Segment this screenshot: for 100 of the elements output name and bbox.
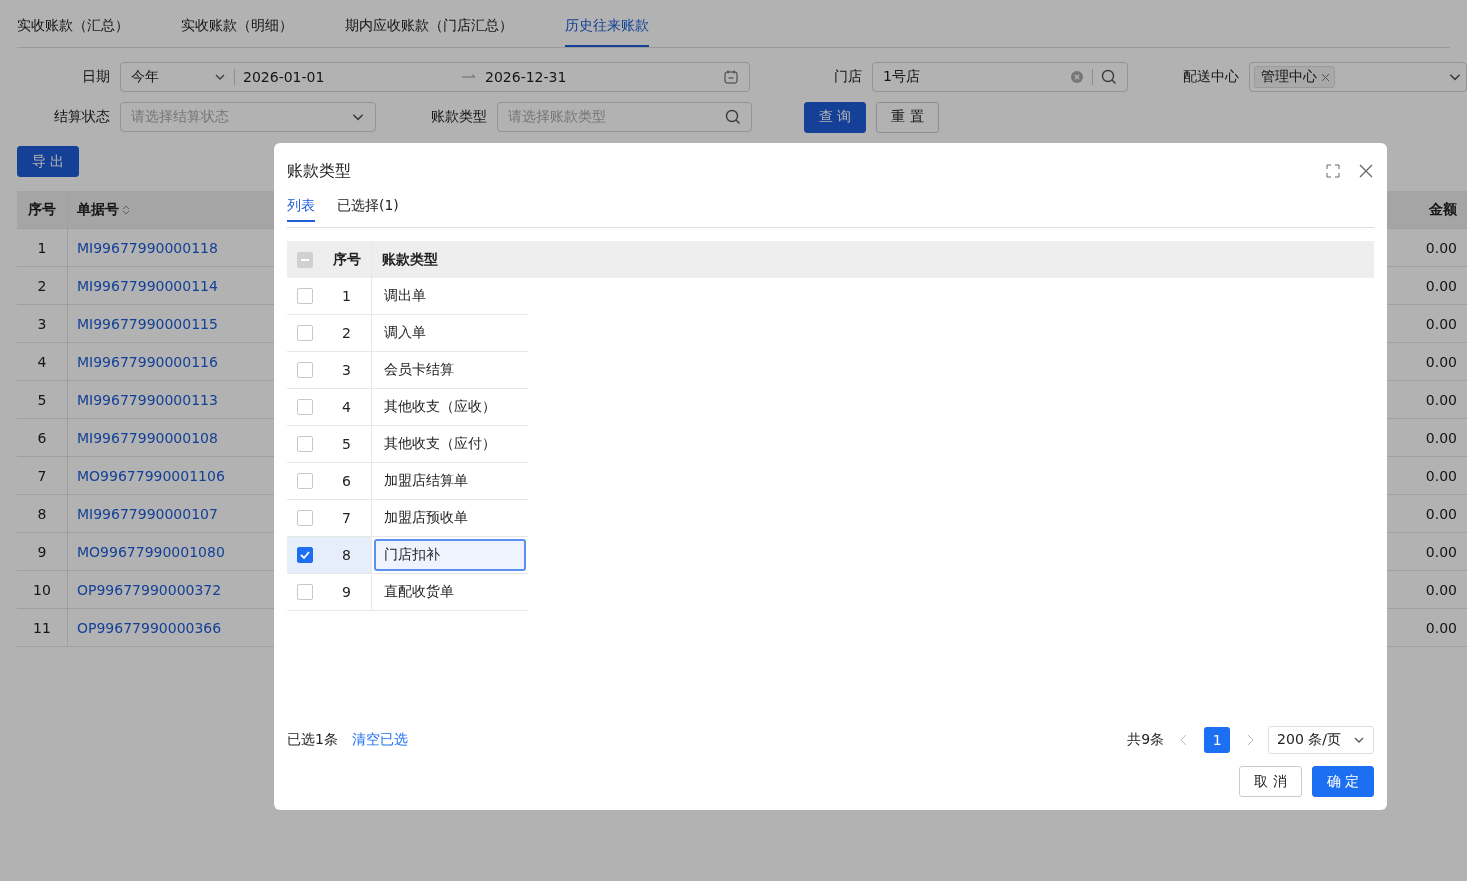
table-cell: 1 — [322, 278, 372, 315]
table-cell[interactable]: 门店扣补 — [374, 539, 526, 571]
row-checkbox[interactable] — [296, 584, 313, 600]
row-checkbox[interactable] — [296, 510, 313, 526]
sort-icon[interactable] — [122, 203, 130, 216]
row-checkbox[interactable] — [296, 436, 313, 452]
row-checkbox[interactable] — [296, 399, 313, 415]
table-cell: 6 — [322, 463, 372, 500]
center-select[interactable]: 管理中心 — [1249, 62, 1467, 92]
dialog-tab[interactable]: 已选择(1) — [337, 197, 399, 222]
row-checkbox[interactable] — [296, 547, 313, 563]
table-cell-text: 0.00 — [1424, 429, 1458, 446]
date-preset-select[interactable]: 今年 — [131, 68, 206, 86]
page-button[interactable]: 1 — [1204, 727, 1231, 753]
table-cell: 4 — [17, 343, 68, 380]
store-field[interactable]: 1号店 — [872, 62, 1128, 92]
dialog-tab[interactable]: 列表 — [287, 197, 315, 222]
clear-icon[interactable] — [1070, 70, 1084, 84]
table-cell-text: 0.00 — [1424, 239, 1458, 256]
table-cell: 2 — [322, 315, 372, 352]
row-checkbox[interactable] — [296, 362, 313, 378]
dialog-button[interactable]: 取 消 — [1239, 766, 1302, 797]
page-tab[interactable]: 实收账款（汇总） — [17, 17, 129, 47]
dialog-title: 账款类型 — [287, 160, 352, 182]
page-tab[interactable]: 历史往来账款 — [565, 17, 649, 47]
table-cell-text: 0.00 — [1424, 315, 1458, 332]
bill-number-link[interactable]: MI99677990000116 — [77, 353, 218, 370]
row-checkbox[interactable] — [296, 288, 313, 304]
column-header: 序号 — [17, 191, 68, 228]
status-label: 结算状态 — [53, 108, 111, 126]
column-header: 金额 — [1428, 200, 1458, 219]
table-cell[interactable]: 会员卡结算 — [374, 354, 526, 386]
table-cell[interactable]: 直配收货单 — [374, 576, 526, 608]
bill-number-link[interactable]: MI99677990000114 — [77, 277, 218, 294]
center-label: 配送中心 — [1182, 68, 1240, 86]
bill-number-link[interactable]: MI99677990000108 — [77, 429, 218, 446]
close-icon[interactable] — [1358, 163, 1374, 179]
table-cell: 7 — [17, 457, 68, 494]
table-cell[interactable]: 加盟店预收单 — [374, 502, 526, 534]
table-cell: 2 — [17, 267, 68, 304]
bill-number-link[interactable]: MI99677990000115 — [77, 315, 218, 332]
column-header: 序号 — [322, 241, 372, 278]
page-tab[interactable]: 实收账款（明细） — [181, 17, 293, 47]
table-cell[interactable]: 加盟店结算单 — [374, 465, 526, 497]
table-cell: 1 — [17, 229, 68, 266]
table-cell: 11 — [17, 609, 68, 646]
table-cell: 3 — [17, 305, 68, 342]
store-value: 1号店 — [883, 68, 921, 86]
row-checkbox[interactable] — [296, 325, 313, 341]
table-cell: 9 — [322, 574, 372, 611]
column-header: 账款类型 — [381, 249, 439, 269]
center-tag: 管理中心 — [1254, 66, 1335, 88]
filter-button[interactable]: 重 置 — [876, 101, 939, 133]
search-icon[interactable] — [1101, 69, 1117, 85]
dialog-button[interactable]: 确 定 — [1311, 766, 1374, 797]
table-cell: 4 — [322, 389, 372, 426]
table-cell-text: 0.00 — [1424, 581, 1458, 598]
search-icon[interactable] — [725, 109, 741, 125]
bill-number-link[interactable]: OP99677990000366 — [77, 619, 222, 636]
end-date: 2026-12-31 — [485, 69, 568, 85]
type-label: 账款类型 — [430, 108, 488, 126]
table-cell-text: 0.00 — [1424, 467, 1458, 484]
chevron-left-icon[interactable] — [1180, 734, 1189, 746]
clear-selection-link[interactable]: 清空已选 — [351, 731, 408, 749]
date-label: 日期 — [81, 68, 111, 86]
page-tab[interactable]: 期内应收账款（门店汇总） — [345, 17, 513, 47]
table-cell[interactable]: 调入单 — [374, 317, 526, 349]
table-cell: 5 — [322, 426, 372, 463]
row-checkbox[interactable] — [296, 473, 313, 489]
table-cell-text: 0.00 — [1424, 543, 1458, 560]
table-cell[interactable]: 其他收支（应收） — [374, 391, 526, 423]
page-size-select[interactable]: 200 条/页 — [1268, 726, 1374, 754]
bill-number-link[interactable]: MI99677990000118 — [77, 239, 218, 256]
arrow-right-icon — [461, 73, 477, 81]
table-cell: 10 — [17, 571, 68, 608]
selected-count: 已选1条 — [287, 731, 338, 749]
table-cell-text: 0.00 — [1424, 505, 1458, 522]
table-cell: 8 — [17, 495, 68, 532]
bill-number-link[interactable]: MO99677990001106 — [77, 467, 225, 484]
bill-number-link[interactable]: MI99677990000107 — [77, 505, 218, 522]
chevron-right-icon[interactable] — [1246, 734, 1255, 746]
table-cell[interactable]: 调出单 — [374, 280, 526, 312]
table-cell-text: 0.00 — [1424, 619, 1458, 636]
bill-number-link[interactable]: MI99677990000113 — [77, 391, 218, 408]
bill-number-link[interactable]: OP99677990000372 — [77, 581, 222, 598]
filter-button[interactable]: 查 询 — [804, 101, 867, 133]
bill-number-link[interactable]: MO99677990001080 — [77, 543, 225, 560]
export-button[interactable]: 导 出 — [17, 146, 80, 177]
table-cell[interactable]: 其他收支（应付） — [374, 428, 526, 460]
table-cell: 9 — [17, 533, 68, 570]
close-icon[interactable] — [1321, 72, 1330, 82]
select-all-checkbox[interactable] — [296, 251, 313, 268]
calendar-icon — [723, 69, 739, 85]
table-cell: 3 — [322, 352, 372, 389]
table-cell: 8 — [322, 537, 372, 574]
date-range-field[interactable]: 今年 2026-01-01 2026-12-31 — [120, 62, 750, 92]
store-label: 门店 — [833, 68, 863, 86]
table-cell-text: 0.00 — [1424, 391, 1458, 408]
table-cell: 6 — [17, 419, 68, 456]
expand-icon[interactable] — [1326, 164, 1340, 178]
